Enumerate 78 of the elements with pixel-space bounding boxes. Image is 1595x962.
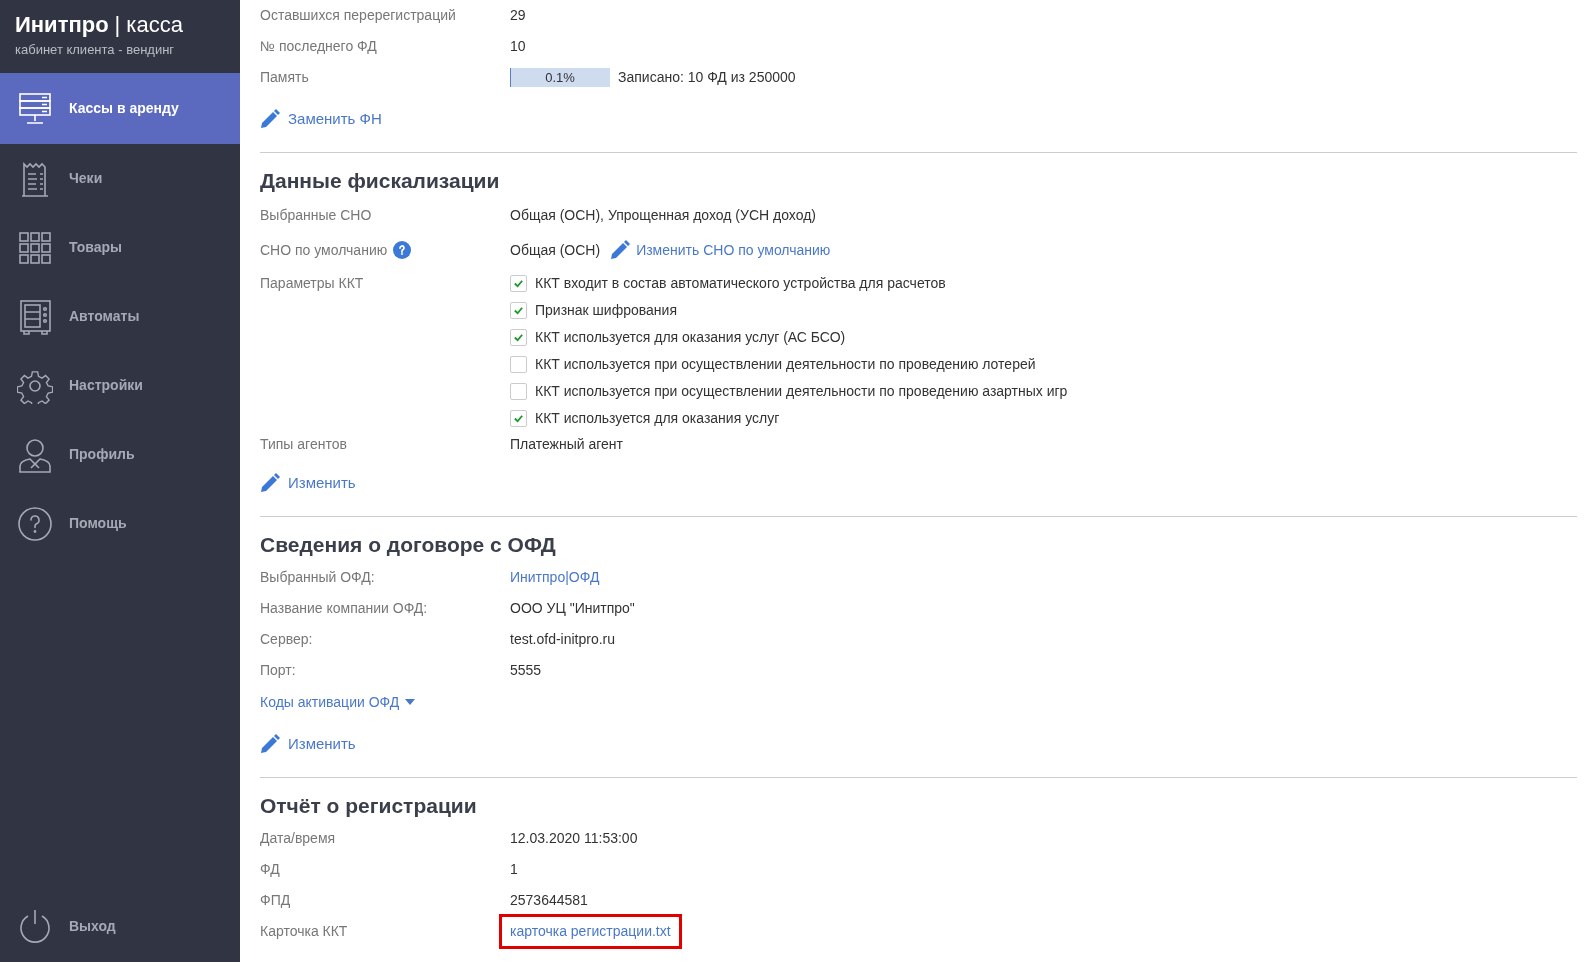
checkbox-label: Признак шифрования (535, 301, 677, 320)
checkbox-label: ККТ используется для оказания услуг (535, 409, 780, 428)
checkbox-label: ККТ используется при осуществлении деятельности по проведению азартных игр (535, 382, 1068, 401)
power-icon (17, 908, 53, 944)
checkbox-label: ККТ используется для оказания услуг (АС БСО) (535, 328, 846, 347)
checkbox[interactable] (510, 356, 527, 373)
brand-separator: | (114, 12, 121, 38)
field-label: Типы агентов (260, 435, 348, 454)
server-icon (17, 90, 53, 127)
field-value: 12.03.2020 11:53:00 (510, 829, 638, 848)
field-value: Общая (ОСН), Упрощенная доход (УСН доход) (510, 205, 816, 225)
file-link[interactable]: Инитпро|ОФД (510, 567, 600, 588)
check-icon (513, 413, 524, 424)
edit-link[interactable]: Заменить ФН (260, 107, 382, 131)
file-link[interactable]: карточка регистрации.txt (499, 914, 682, 949)
field-label: Параметры ККТ (260, 274, 365, 293)
checkbox[interactable] (510, 302, 527, 319)
field-label: Название компании ОФД: (260, 599, 429, 618)
sidebar-item[interactable]: Чеки (0, 144, 240, 213)
person-icon (17, 436, 53, 473)
checkbox[interactable] (510, 383, 527, 400)
sidebar-item[interactable]: Помощь (0, 489, 240, 558)
field-value: ООО УЦ "Инитпро" (510, 599, 635, 618)
check-icon (513, 332, 524, 343)
field-label: Карточка ККТ (260, 922, 349, 941)
brand-product: касса (126, 12, 183, 38)
field-value: 29 (510, 6, 526, 25)
field-label: Дата/время (260, 829, 337, 848)
edit-link[interactable]: Изменить (260, 732, 356, 756)
brand-name: Инитпро (15, 12, 109, 38)
sidebar-item[interactable]: Кассы в аренду (0, 73, 240, 144)
field-label: Сервер: (260, 630, 314, 649)
section-heading: Данные фискализации (260, 167, 501, 194)
sidebar-item[interactable]: Автоматы (0, 282, 240, 351)
pencil-icon (610, 240, 631, 260)
check-icon (513, 305, 524, 316)
field-value: 5555 (510, 661, 542, 680)
field-value: Платежный агент (510, 435, 623, 454)
section-heading: Сведения о договоре с ОФД (260, 531, 557, 558)
vending-machine-icon (17, 298, 53, 335)
edit-link[interactable]: Изменить СНО по умолчанию (610, 239, 831, 261)
pencil-icon (260, 473, 280, 493)
field-label: Память (260, 68, 310, 87)
pencil-icon (260, 734, 280, 754)
field-label: ФПД (260, 891, 292, 910)
field-label: № последнего ФД (260, 37, 378, 56)
sidebar-item[interactable]: Товары (0, 213, 240, 282)
checkbox-label: ККТ используется при осуществлении деятельности по проведению лотерей (535, 355, 1036, 374)
grid-icon (17, 229, 53, 266)
checkbox[interactable] (510, 410, 527, 427)
meter-note: Записано: 10 ФД из 250000 (618, 68, 796, 87)
field-value: Общая (ОСН) (510, 240, 601, 260)
edit-link[interactable]: Изменить (260, 471, 356, 495)
field-value: 10 (510, 37, 526, 56)
field-label: ФД (260, 860, 281, 879)
logout-item[interactable]: Выход (0, 896, 240, 956)
check-icon (513, 278, 524, 289)
field-value: 2573644581 (510, 891, 588, 910)
meter-reading: 0.1% (544, 68, 576, 87)
field-value: test.ofd-initpro.ru (510, 630, 616, 649)
checkbox[interactable] (510, 329, 527, 346)
sidebar-item[interactable]: Настройки (0, 351, 240, 420)
section-heading: Отчёт о регистрации (260, 792, 478, 819)
pencil-icon (260, 109, 280, 129)
field-label: Порт: (260, 661, 297, 680)
checkbox-label: ККТ входит в состав автоматического устройства для расчетов (535, 274, 946, 293)
caret-icon (405, 699, 416, 705)
sidebar-item[interactable]: Профиль (0, 420, 240, 489)
field-label: Оставшихся перерегистраций (260, 6, 457, 25)
checkbox[interactable] (510, 275, 527, 292)
brand-subtitle: кабинет клиента - вендинг (15, 41, 176, 59)
field-value: 1 (510, 860, 518, 879)
help-icon (393, 241, 412, 259)
help-icon (17, 505, 53, 542)
field-label: Выбранный ОФД: (260, 568, 376, 587)
field-label: СНО по умолчанию (260, 240, 388, 260)
dropdown-toggle[interactable]: Коды активации ОФД (260, 691, 416, 713)
field-label: Выбранные СНО (260, 205, 373, 225)
